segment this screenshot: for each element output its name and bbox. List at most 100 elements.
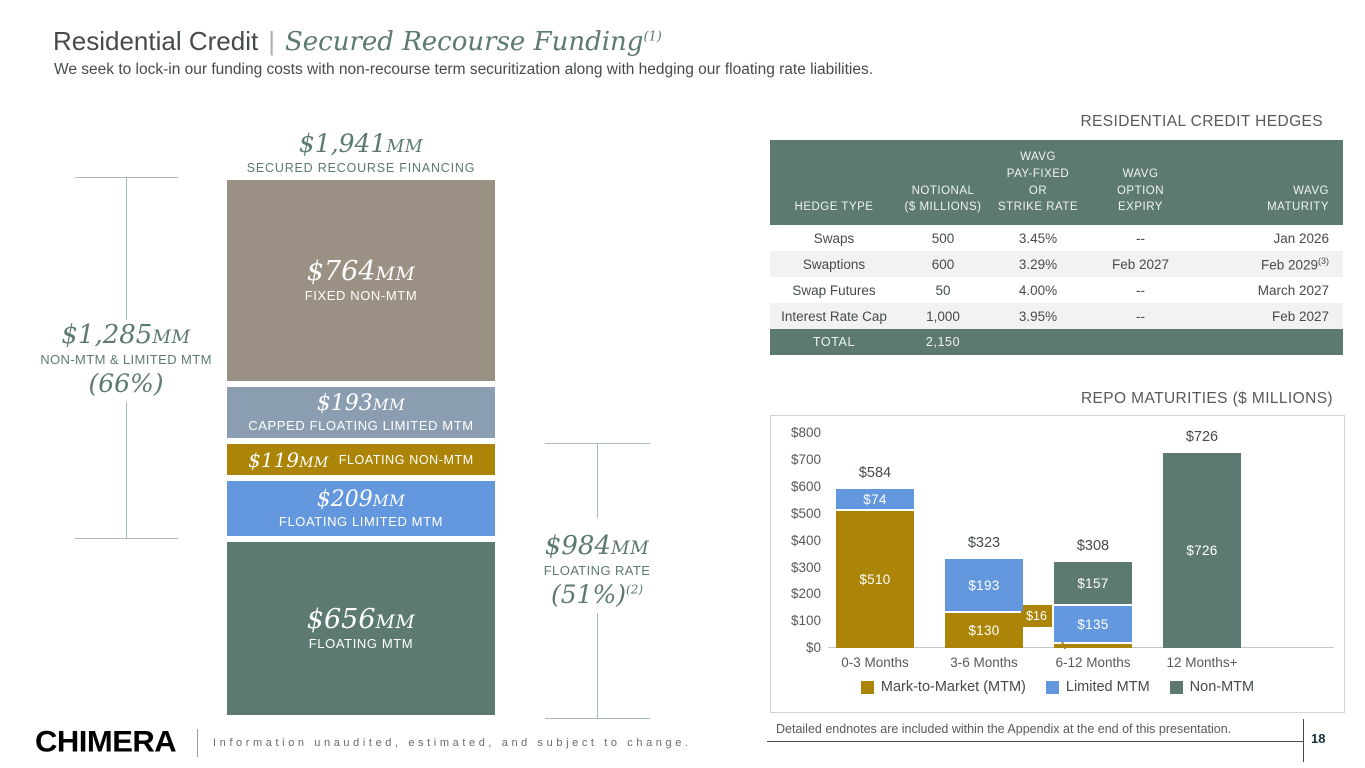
cell: 500	[898, 225, 988, 251]
cell: 3.45%	[988, 225, 1088, 251]
x-axis-label: 3-6 Months	[929, 655, 1039, 670]
col-header-rate: WAVG PAY-FIXED OR STRIKE RATE	[988, 140, 1088, 225]
cell: Swap Futures	[770, 277, 898, 303]
title-footnote: (1)	[643, 29, 661, 44]
cell: 600	[898, 251, 988, 277]
segment-value: $656MM	[307, 606, 415, 633]
legend-label: Mark-to-Market (MTM)	[881, 679, 1026, 695]
subtitle: We seek to lock-in our funding costs wit…	[54, 61, 873, 79]
repo-bar-total-label: $308	[1043, 538, 1143, 554]
annotation-value: $1,285MM	[16, 321, 236, 350]
left-bracket-stem-upper	[126, 177, 127, 320]
cell: Swaptions	[770, 251, 898, 277]
y-axis-tick: $800	[777, 425, 821, 440]
repo-bar-segment: $130	[945, 613, 1023, 648]
annotation-label: FLOATING RATE	[502, 563, 692, 578]
table-row-swap-futures: Swap Futures 50 4.00% -- March 2027	[770, 277, 1343, 303]
repo-bar-segment: $74	[836, 489, 914, 509]
hedges-table: HEDGE TYPE NOTIONAL ($ MILLIONS) WAVG PA…	[770, 140, 1343, 355]
title-main: Residential Credit	[53, 26, 258, 56]
repo-bar-total-label: $323	[934, 535, 1034, 551]
repo-bar-segment: $510	[836, 511, 914, 648]
funding-segment: $193MM CAPPED FLOATING LIMITED MTM	[227, 387, 495, 438]
repo-bar: $157$135	[1054, 562, 1132, 648]
repo-bar: $726	[1163, 453, 1241, 648]
y-axis-tick: $500	[777, 506, 821, 521]
repo-bar-segment: $193	[945, 559, 1023, 611]
footer-disclaimer: Information unaudited, estimated, and su…	[213, 737, 692, 749]
cell: Jan 2026	[1193, 225, 1343, 251]
funding-segment: $119MM FLOATING NON-MTM	[227, 444, 495, 475]
cell: Feb 2027	[1088, 251, 1193, 277]
cell: 3.95%	[988, 303, 1088, 329]
col-header-option-expiry: WAVG OPTION EXPIRY	[1088, 140, 1193, 225]
legend-item: Mark-to-Market (MTM)	[861, 679, 1026, 695]
footer-divider	[197, 729, 198, 757]
cell	[1088, 329, 1193, 355]
col-header-maturity: WAVG MATURITY	[1193, 140, 1343, 225]
legend-item: Limited MTM	[1046, 679, 1150, 695]
annotation-percent: (66%)	[16, 369, 236, 398]
page-number: 18	[1311, 731, 1325, 746]
legend-label: Non-MTM	[1190, 679, 1254, 695]
col-header-notional: NOTIONAL ($ MILLIONS)	[898, 140, 988, 225]
funding-segment: $764MM FIXED NON-MTM	[227, 180, 495, 381]
segment-value: $209MM	[317, 489, 406, 511]
repo-bar-segment: $726	[1163, 453, 1241, 648]
chart-legend: Mark-to-Market (MTM) Limited MTM Non-MTM	[771, 679, 1344, 695]
chimera-logo: CHIMERA	[35, 725, 176, 760]
cell: --	[1088, 225, 1193, 251]
legend-item: Non-MTM	[1170, 679, 1254, 695]
total-label: TOTAL	[770, 329, 898, 355]
segment-value: $119MM	[248, 450, 329, 470]
repo-bar-segment: $135	[1054, 606, 1132, 642]
cell: March 2027	[1193, 277, 1343, 303]
legend-label: Limited MTM	[1066, 679, 1150, 695]
table-row-interest-rate-cap: Interest Rate Cap 1,000 3.95% -- Feb 202…	[770, 303, 1343, 329]
repo-bar-segment: $157	[1054, 562, 1132, 604]
segment-label: CAPPED FLOATING LIMITED MTM	[248, 418, 473, 433]
repo-bar-total-label: $726	[1152, 429, 1252, 445]
y-axis-tick: $700	[777, 452, 821, 467]
endnote-rule	[767, 741, 1303, 742]
hedges-table-title: RESIDENTIAL CREDIT HEDGES	[770, 113, 1323, 131]
repo-bar: $74$510	[836, 489, 914, 648]
table-header-row: HEDGE TYPE NOTIONAL ($ MILLIONS) WAVG PA…	[770, 140, 1343, 225]
cell: --	[1088, 303, 1193, 329]
funding-segment: $209MM FLOATING LIMITED MTM	[227, 481, 495, 536]
segment-label: FLOATING NON-MTM	[339, 453, 474, 467]
annotation-percent: (51%)(2)	[502, 580, 692, 609]
segment-value: $193MM	[317, 393, 406, 415]
cell: Interest Rate Cap	[770, 303, 898, 329]
segment-value: $764MM	[307, 258, 415, 285]
cell: --	[1088, 277, 1193, 303]
table-total-row: TOTAL 2,150	[770, 329, 1343, 355]
right-bracket-annotation: $984MM FLOATING RATE (51%)(2)	[502, 532, 692, 609]
presentation-slide: Residential Credit|Secured Recourse Fund…	[0, 0, 1365, 768]
right-bracket-bottom-cap	[545, 718, 650, 719]
title-separator: |	[268, 26, 275, 56]
cell: 1,000	[898, 303, 988, 329]
segment-label: FLOATING MTM	[309, 636, 413, 651]
left-bracket-bottom-cap	[75, 538, 178, 539]
legend-swatch	[1046, 681, 1059, 694]
col-header-hedge-type: HEDGE TYPE	[770, 140, 898, 225]
left-bracket-annotation: $1,285MM NON-MTM & LIMITED MTM (66%)	[16, 321, 236, 398]
funding-stacked-bar: $764MM FIXED NON-MTM $193MM CAPPED FLOATING…	[227, 180, 495, 715]
right-bracket-stem-upper	[597, 443, 598, 518]
y-axis-tick: $400	[777, 533, 821, 548]
repo-bar: $193$130	[945, 559, 1023, 648]
maturity-footnote: (3)	[1318, 256, 1329, 266]
page-title: Residential Credit|Secured Recourse Fund…	[53, 26, 662, 57]
right-bracket-stem-lower	[597, 613, 598, 718]
legend-swatch	[1170, 681, 1183, 694]
left-bracket-stem-lower	[126, 402, 127, 538]
funding-stack-header: $1,941MM SECURED RECOURSE FINANCING	[227, 129, 495, 175]
segment-label: FLOATING LIMITED MTM	[279, 514, 443, 529]
repo-chart-title: REPO MATURITIES ($ MILLIONS)	[770, 390, 1333, 408]
table-row-swaptions: Swaptions 600 3.29% Feb 2027 Feb 2029(3)	[770, 251, 1343, 277]
x-axis-label: 0-3 Months	[820, 655, 930, 670]
segment-label: FIXED NON-MTM	[305, 288, 418, 303]
cell	[988, 329, 1088, 355]
table-row-swaps: Swaps 500 3.45% -- Jan 2026	[770, 225, 1343, 251]
